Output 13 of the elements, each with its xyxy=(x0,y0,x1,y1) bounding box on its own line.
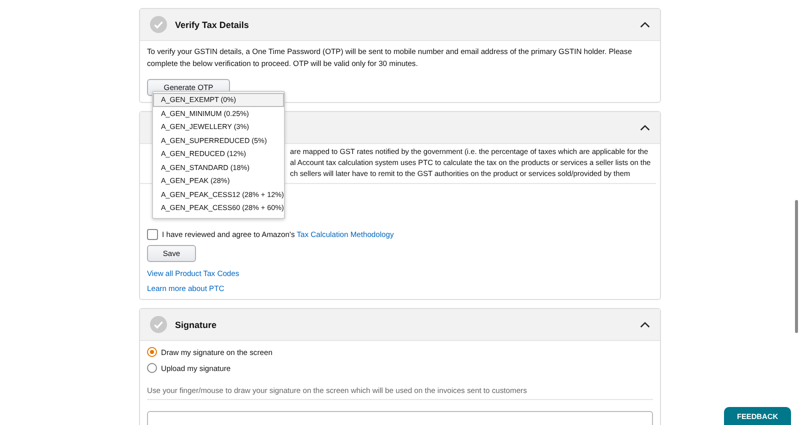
section-title: Verify Tax Details xyxy=(175,20,250,30)
collapse-caret-icon[interactable] xyxy=(640,321,650,328)
section-header[interactable]: Signature xyxy=(140,309,660,341)
collapse-caret-icon[interactable] xyxy=(640,124,650,131)
scrollbar-thumb[interactable] xyxy=(795,200,798,333)
agree-checkbox[interactable] xyxy=(147,229,158,240)
check-circle-icon xyxy=(150,316,167,333)
collapse-caret-icon[interactable] xyxy=(640,21,650,28)
radio-button[interactable] xyxy=(147,347,157,357)
check-circle-icon xyxy=(150,16,167,33)
section-header[interactable]: Verify Tax Details xyxy=(140,9,660,41)
section-title: Signature xyxy=(175,320,218,330)
radio-button[interactable] xyxy=(147,363,157,373)
